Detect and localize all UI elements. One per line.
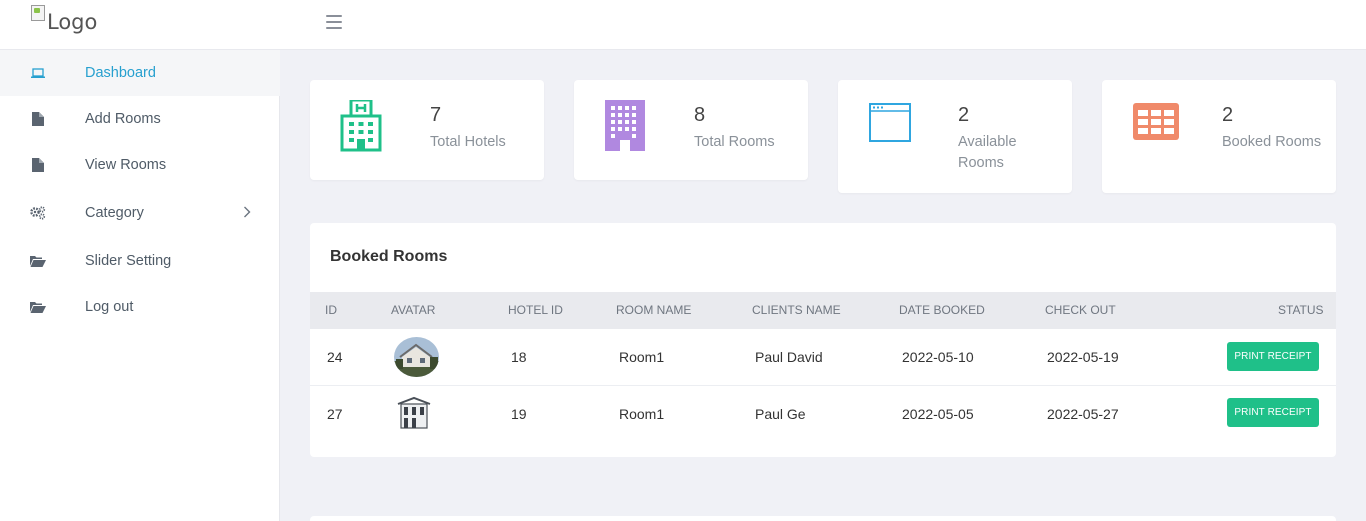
stat-card-total-rooms: 8 Total Rooms xyxy=(574,80,808,180)
stat-label: Total Hotels xyxy=(430,134,506,150)
sidebar-item-label: Log out xyxy=(85,299,134,315)
cell-hotel-id: 18 xyxy=(511,349,527,365)
sidebar-item-add-rooms[interactable]: Add Rooms xyxy=(0,96,280,142)
column-header-room-name: ROOM NAME xyxy=(616,303,692,317)
stat-card-total-hotels: 7 Total Hotels xyxy=(310,80,544,180)
avatar xyxy=(394,337,439,377)
column-header-avatar: AVATAR xyxy=(391,303,436,317)
broken-image-icon xyxy=(30,4,46,22)
column-header-check-out: CHECK OUT xyxy=(1045,303,1116,317)
next-panel xyxy=(310,516,1336,521)
stat-card-available-rooms: 2 Available Rooms xyxy=(838,80,1072,193)
column-header-date-booked: DATE BOOKED xyxy=(899,303,985,317)
booked-rooms-panel: Booked Rooms ID AVATAR HOTEL ID ROOM NAM… xyxy=(310,223,1336,457)
cell-id: 24 xyxy=(327,349,343,365)
stat-value: 7 xyxy=(430,104,442,126)
stat-value: 8 xyxy=(694,104,706,126)
window-icon xyxy=(868,100,916,152)
print-receipt-button[interactable]: PRINT RECEIPT xyxy=(1227,342,1319,371)
sidebar-item-label: Slider Setting xyxy=(85,253,172,269)
cell-client-name: Paul Ge xyxy=(755,406,806,422)
cell-date-booked: 2022-05-05 xyxy=(902,406,974,422)
stat-card-booked-rooms: 2 Booked Rooms xyxy=(1102,80,1336,193)
stat-value: 2 xyxy=(1222,104,1234,126)
sidebar-item-log-out[interactable]: Log out xyxy=(0,284,280,330)
sidebar-item-slider-setting[interactable]: Slider Setting xyxy=(0,238,280,284)
table-icon xyxy=(1132,100,1180,152)
table-row: 24 18 Room1 Paul David 2022-05-10 2022-0… xyxy=(310,329,1336,386)
cell-date-booked: 2022-05-10 xyxy=(902,349,974,365)
file-icon xyxy=(30,157,46,173)
file-icon xyxy=(30,111,46,127)
folder-open-icon xyxy=(30,299,46,315)
sidebar-item-view-rooms[interactable]: View Rooms xyxy=(0,142,280,188)
folder-open-icon xyxy=(30,253,46,269)
hamburger-icon[interactable] xyxy=(326,15,342,29)
sidebar-item-dashboard[interactable]: Dashboard xyxy=(0,50,280,96)
cell-room-name: Room1 xyxy=(619,406,665,422)
cell-check-out: 2022-05-27 xyxy=(1047,406,1119,422)
column-header-hotel-id: HOTEL ID xyxy=(508,303,563,317)
print-receipt-button[interactable]: PRINT RECEIPT xyxy=(1227,398,1319,427)
hotel-icon xyxy=(340,98,388,152)
cell-hotel-id: 19 xyxy=(511,406,527,422)
building-icon xyxy=(604,100,652,152)
cell-id: 27 xyxy=(327,406,343,422)
cell-client-name: Paul David xyxy=(755,349,823,365)
laptop-icon xyxy=(30,65,46,81)
sidebar-item-category[interactable]: Category xyxy=(0,190,280,236)
panel-title: Booked Rooms xyxy=(330,248,448,265)
stat-label: Available Rooms xyxy=(958,134,1017,171)
sidebar-item-label: Category xyxy=(85,205,144,221)
stat-label: Total Rooms xyxy=(694,134,775,150)
sidebar: Dashboard Add Rooms View Rooms Category xyxy=(0,50,280,521)
chevron-right-icon[interactable] xyxy=(243,205,251,221)
table-row: 27 19 Room1 Paul Ge 2022-05-05 2022-05-2… xyxy=(310,386,1336,443)
gears-icon xyxy=(30,205,46,221)
avatar xyxy=(394,394,434,432)
table-header: ID AVATAR HOTEL ID ROOM NAME CLIENTS NAM… xyxy=(310,292,1336,329)
column-header-id: ID xyxy=(325,303,337,317)
stat-value: 2 xyxy=(958,104,970,126)
sidebar-item-label: Add Rooms xyxy=(85,111,161,127)
stat-label: Booked Rooms xyxy=(1222,134,1322,150)
cell-check-out: 2022-05-19 xyxy=(1047,349,1119,365)
top-header: Logo xyxy=(0,0,1366,50)
column-header-clients-name: CLIENTS NAME xyxy=(752,303,841,317)
sidebar-item-label: View Rooms xyxy=(85,157,167,173)
logo-alt-text: Logo xyxy=(47,10,98,34)
sidebar-item-label: Dashboard xyxy=(85,65,156,81)
cell-room-name: Room1 xyxy=(619,349,665,365)
column-header-status: STATUS xyxy=(1278,303,1324,317)
logo[interactable]: Logo xyxy=(30,4,97,34)
